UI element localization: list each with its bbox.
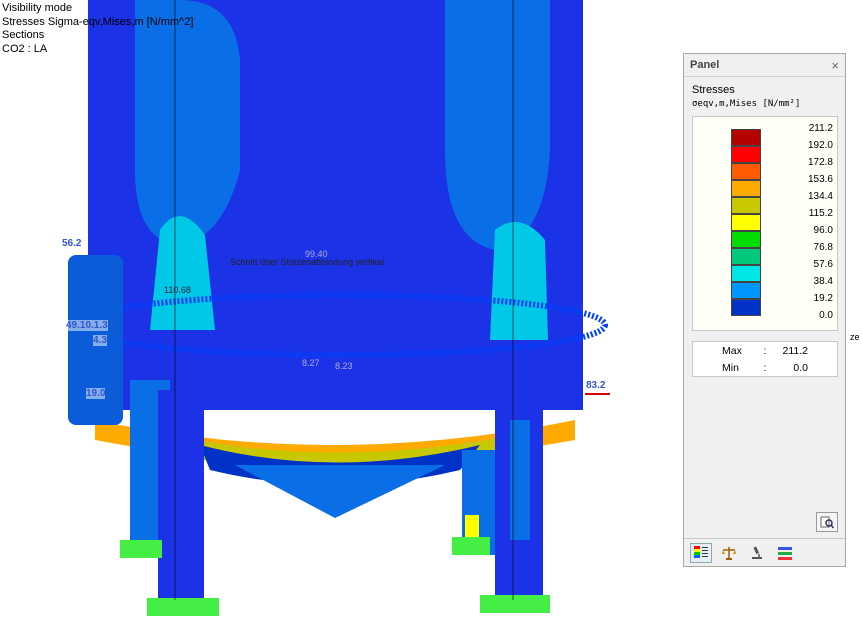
fem-model[interactable] [0, 0, 680, 631]
value-label: 8.27 [302, 358, 320, 368]
color-legend: 211.2 192.0 172.8 153.6 134.4 115.2 96.0 76.8 57… [692, 116, 838, 331]
visibility-mode-text: Visibility mode [2, 2, 73, 14]
panel-header: Panel × [684, 54, 845, 77]
legend-swatch [731, 231, 761, 248]
legend-swatch [731, 180, 761, 197]
legend-swatch [731, 214, 761, 231]
max-min-box: Max : 211.2 Min : 0.0 [692, 341, 838, 377]
panel-title: Panel [690, 59, 720, 71]
legend-swatch [731, 146, 761, 163]
legend-swatch [731, 248, 761, 265]
legend-value: 153.6 [807, 174, 833, 185]
max-label: Max [722, 344, 742, 357]
min-row: Min : 0.0 [722, 361, 808, 374]
value-label: 110.68 [164, 285, 191, 295]
legend-swatch [731, 282, 761, 299]
value-label: 19.0 [86, 388, 106, 399]
microscope-tab[interactable] [746, 543, 768, 563]
legend-value: 115.2 [808, 208, 833, 219]
legend-value: 192.0 [807, 140, 833, 151]
legend-value: 19.2 [813, 293, 833, 304]
balance-tab[interactable] [718, 543, 740, 563]
clipped-label: ze [850, 332, 860, 342]
list-icon [778, 546, 792, 560]
legend-swatch [731, 163, 761, 180]
legend-value: 134.4 [807, 191, 833, 202]
max-value: 211.2 [782, 344, 809, 357]
list-tab[interactable] [774, 543, 796, 563]
legend-row: 19.2 [731, 293, 833, 316]
close-icon[interactable]: × [831, 58, 839, 73]
stress-title: Stresses [692, 84, 735, 96]
value-label: 4.3 [93, 335, 107, 346]
min-label: Min [722, 361, 739, 374]
panel-footer [684, 538, 845, 566]
legend-swatch [731, 197, 761, 214]
zoom-button[interactable] [816, 512, 838, 532]
legend-value: 57.6 [813, 259, 833, 270]
legend-row: 0.0 [731, 310, 833, 333]
value-label: 49.10.1.3 [66, 320, 108, 331]
balance-icon [722, 546, 736, 560]
legend-value: 38.4 [813, 276, 833, 287]
value-label: 83.2 [586, 380, 606, 391]
legend-value: 96.0 [813, 225, 833, 236]
color-scale-icon [694, 545, 708, 558]
value-label: 8.23 [335, 361, 353, 371]
max-row: Max : 211.2 [722, 344, 809, 357]
load-combination-text: CO2 : LA [2, 42, 48, 55]
magnifier-icon [820, 516, 834, 529]
value-label: 56.2 [62, 238, 82, 249]
results-panel: Panel × Stresses σeqv,m,Mises [N/mm²] 21… [683, 53, 846, 567]
result-type-text: Stresses Sigma-eqv,Mises,m [N/mm^2] [2, 15, 194, 28]
model-viewport[interactable]: Visibility mode Stresses Sigma-eqv,Mises… [0, 0, 680, 631]
legend-swatch [731, 265, 761, 282]
legend-swatch [731, 129, 761, 146]
legend-value: 0.0 [819, 310, 833, 321]
microscope-icon [752, 546, 762, 559]
legend-swatch [731, 299, 761, 316]
section-value-label: 99.40 [305, 249, 328, 259]
min-value: 0.0 [793, 361, 808, 374]
legend-value: 172.8 [807, 157, 833, 168]
info-overlay: Visibility mode Stresses Sigma-eqv,Mises… [2, 2, 193, 56]
legend-value: 211.2 [808, 123, 833, 134]
stress-subtitle: σeqv,m,Mises [N/mm²] [692, 99, 801, 109]
color-scale-tab[interactable] [690, 542, 712, 563]
sections-text: Sections [2, 29, 45, 41]
legend-value: 76.8 [813, 242, 833, 253]
